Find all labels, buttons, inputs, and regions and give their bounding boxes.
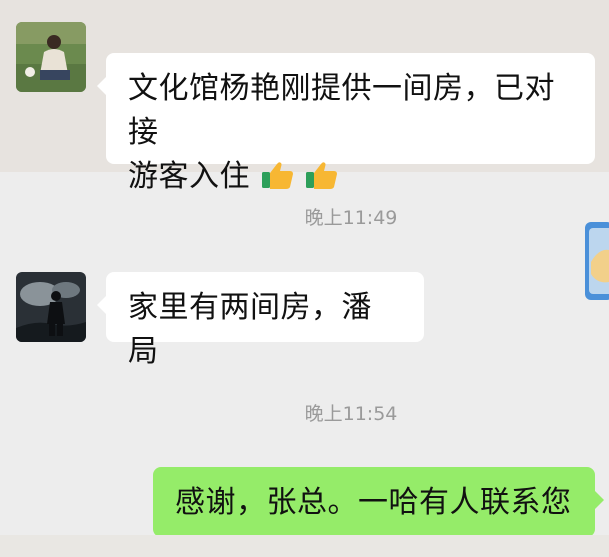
message-bubble-received-1[interactable]: 文化馆杨艳刚提供一间房，已对接 游客入住 [97, 53, 595, 194]
avatar-photo-woman [16, 22, 86, 92]
avatar-photo-silhouette [16, 272, 86, 342]
contact-avatar-2[interactable] [16, 272, 86, 342]
message-bubble-sent-1[interactable]: 感谢，张总。一哈有人联系您 [153, 467, 604, 537]
contact-avatar-1[interactable] [16, 22, 86, 92]
message-text: 感谢，张总。一哈有人联系您 [175, 485, 572, 520]
message-text-line-2-text: 游客入住 [128, 159, 250, 194]
message-text-line-2: 游客入住 [128, 155, 573, 199]
bottom-edge [0, 535, 609, 557]
timestamp-2: 晚上11:54 [304, 403, 398, 425]
partial-avatar-right [581, 222, 609, 300]
thumbs-up-icon [306, 160, 338, 192]
message-text: 家里有两间房，潘局 [128, 290, 372, 369]
timestamp-1: 晚上11:49 [304, 207, 398, 229]
message-bubble-received-2[interactable]: 家里有两间房，潘局 [97, 272, 424, 369]
message-text-line-1: 文化馆杨艳刚提供一间房，已对接 [128, 71, 555, 150]
thumbs-up-icon [262, 160, 294, 192]
